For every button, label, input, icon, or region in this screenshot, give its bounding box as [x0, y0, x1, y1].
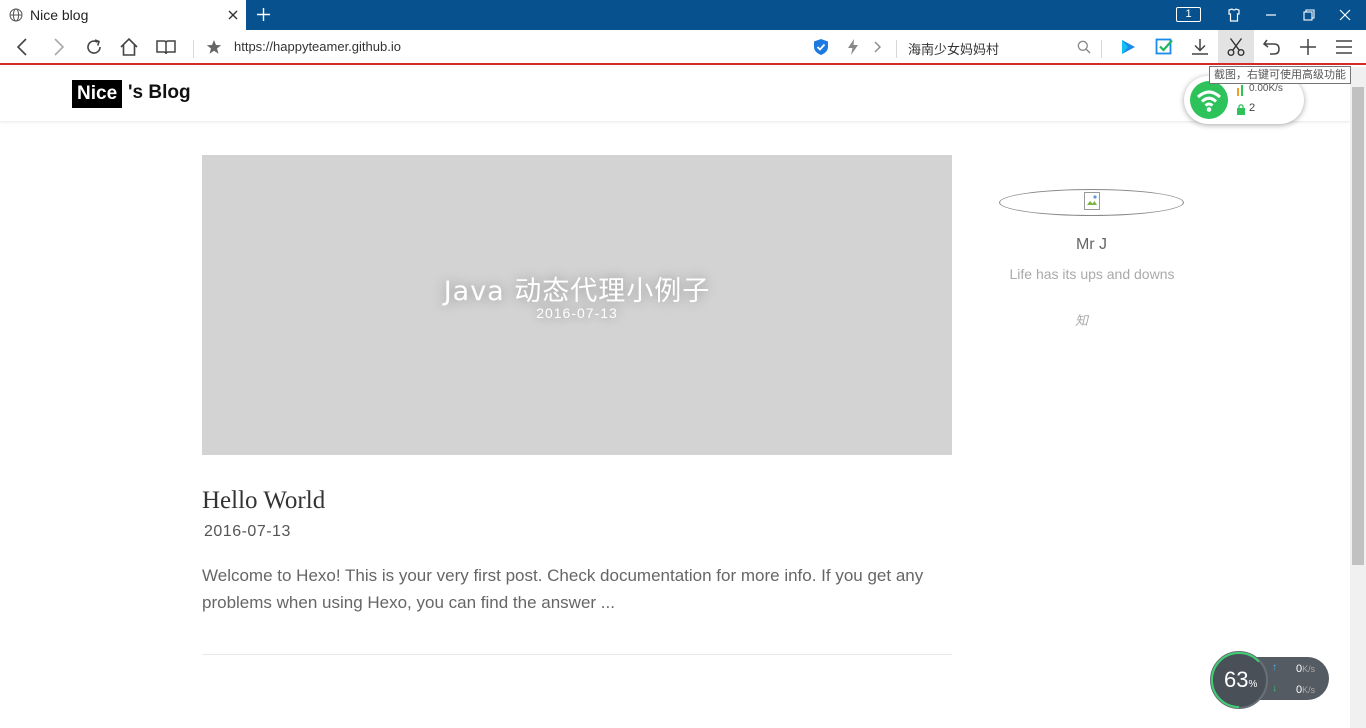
device-lock-icon	[1236, 103, 1246, 115]
upload-unit: K/s	[1302, 664, 1316, 674]
menu-icon[interactable]	[1334, 37, 1354, 57]
lightning-icon[interactable]	[846, 39, 860, 55]
site-logo-text[interactable]: 's Blog	[128, 82, 191, 104]
toolbar-divider	[1101, 40, 1102, 58]
new-tab-button[interactable]	[256, 7, 271, 22]
refresh-icon[interactable]	[84, 37, 104, 57]
tab-title: Nice blog	[30, 7, 89, 23]
task-check-icon[interactable]	[1155, 37, 1174, 56]
featured-post-card[interactable]: Java 动态代理小例子 2016-07-13	[202, 155, 952, 455]
featured-post-title[interactable]: Java 动态代理小例子	[202, 269, 952, 308]
screenshot-tooltip: 截图，右键可使用高级功能	[1209, 66, 1351, 84]
globe-icon	[9, 8, 23, 22]
post-title[interactable]: Hello World	[202, 487, 325, 515]
zhihu-icon[interactable]: 知	[1075, 310, 1088, 329]
memory-gauge: 63%	[1210, 651, 1268, 709]
browser-tab[interactable]: Nice blog	[0, 0, 246, 30]
speed-meter-widget[interactable]: 63% ↑ 0K/s ↓ 0K/s	[1210, 651, 1329, 709]
site-logo[interactable]: Nice	[72, 80, 123, 108]
upload-arrow-icon: ↑	[1272, 662, 1277, 673]
search-input[interactable]: 海南少女妈妈村	[908, 39, 999, 58]
post-divider	[202, 654, 952, 655]
forward-icon[interactable]	[49, 37, 67, 57]
author-name: Mr J	[1075, 236, 1108, 253]
add-icon[interactable]	[1298, 37, 1318, 57]
broken-image-icon	[1084, 192, 1100, 210]
bookmark-star-icon[interactable]	[206, 39, 222, 55]
memory-percent-unit: %	[1248, 679, 1258, 690]
post-excerpt: Welcome to Hexo! This is your very first…	[202, 566, 924, 612]
download-icon[interactable]	[1190, 37, 1210, 57]
scissors-icon[interactable]	[1226, 37, 1246, 57]
chevron-right-icon[interactable]	[872, 40, 882, 54]
address-toolbar: https://happyteamer.github.io 海南少女妈妈村	[0, 30, 1366, 65]
site-header: Nice 's Blog	[0, 67, 1350, 121]
home-icon[interactable]	[119, 37, 139, 57]
restore-icon[interactable]	[1300, 0, 1318, 30]
close-window-icon[interactable]	[1336, 0, 1354, 30]
title-bar: Nice blog 1	[0, 0, 1366, 30]
avatar	[999, 189, 1184, 216]
traffic-bars-icon	[1236, 84, 1246, 96]
toolbar-divider	[193, 40, 194, 58]
url-field[interactable]: https://happyteamer.github.io	[234, 39, 401, 54]
download-unit: K/s	[1302, 685, 1316, 695]
page-scrollbar[interactable]	[1350, 67, 1366, 728]
post-date: 2016-07-13	[204, 523, 291, 540]
network-speed: 0.00K/s	[1249, 83, 1283, 94]
back-icon[interactable]	[14, 37, 32, 57]
skin-icon[interactable]	[1224, 0, 1244, 30]
download-arrow-icon: ↓	[1272, 683, 1277, 694]
undo-icon[interactable]	[1262, 37, 1282, 57]
reading-mode-icon[interactable]	[155, 37, 177, 57]
toolbar-divider	[896, 40, 897, 58]
video-play-icon[interactable]	[1119, 38, 1137, 56]
tab-count-badge[interactable]: 1	[1176, 7, 1201, 22]
scrollbar-thumb[interactable]	[1352, 87, 1364, 565]
wifi-icon	[1190, 81, 1228, 119]
memory-percent: 63	[1224, 667, 1249, 692]
search-icon[interactable]	[1077, 40, 1091, 54]
featured-post-date: 2016-07-13	[536, 305, 618, 321]
close-tab-icon[interactable]	[226, 8, 240, 22]
author-bio: Life has its ups and downs	[1009, 266, 1175, 282]
minimize-icon[interactable]	[1262, 0, 1280, 30]
shield-icon[interactable]	[812, 38, 830, 56]
device-count: 2	[1249, 102, 1256, 114]
